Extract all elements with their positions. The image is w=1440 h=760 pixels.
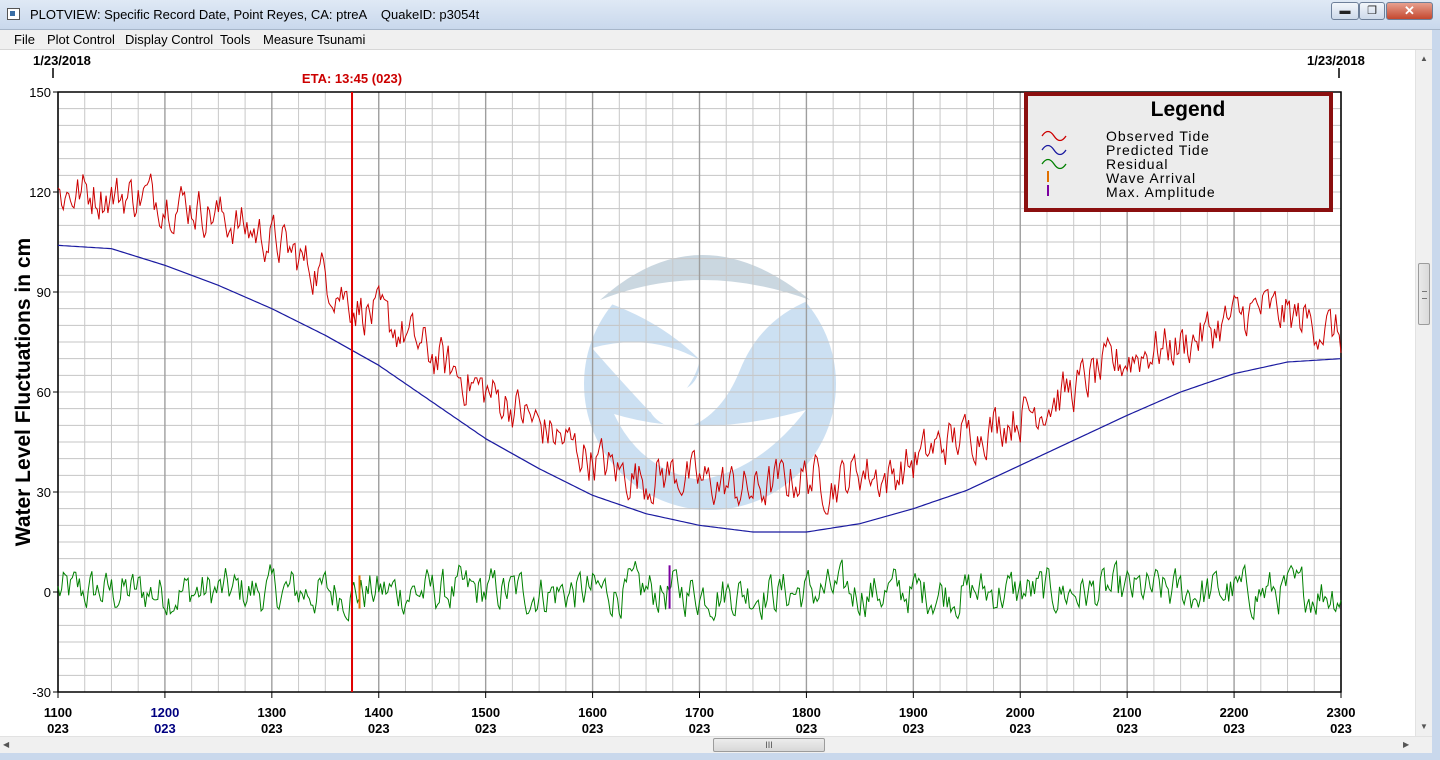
x-tick-time-label: 1800 [792, 705, 821, 720]
y-tick-label: 60 [37, 385, 51, 400]
date-markers: 1/23/2018 1/23/2018 [33, 53, 1365, 78]
eta-label: ETA: 13:45 (023) [302, 71, 402, 86]
horizontal-scrollbar[interactable]: ◀ III ▶ [0, 736, 1432, 754]
end-date-label: 1/23/2018 [1307, 53, 1365, 68]
menu-file[interactable]: File [14, 32, 35, 47]
minimize-button[interactable]: ▬ [1331, 2, 1359, 20]
scroll-right-arrow-icon[interactable]: ▶ [1403, 740, 1409, 749]
scroll-left-arrow-icon[interactable]: ◀ [3, 740, 9, 749]
vertical-scroll-thumb[interactable] [1418, 263, 1430, 325]
x-tick-day-label: 023 [1330, 721, 1352, 736]
legend-box[interactable]: Legend Observed TidePredicted TideResidu… [1024, 92, 1333, 212]
y-tick-label: 0 [44, 585, 51, 600]
menu-display-control[interactable]: Display Control [125, 32, 213, 47]
x-tick-day-label: 023 [475, 721, 497, 736]
scroll-down-arrow-icon[interactable]: ▼ [1420, 722, 1428, 731]
x-tick-day-label: 023 [1116, 721, 1138, 736]
x-tick-day-label: 023 [154, 721, 176, 736]
y-tick-label: 120 [29, 185, 51, 200]
y-tick-label: 30 [37, 485, 51, 500]
legend-item-label: Max. Amplitude [1106, 184, 1216, 200]
window-title: PLOTVIEW: Specific Record Date, Point Re… [30, 7, 480, 22]
tide-plot: -300306090120150 11000231200023130002314… [12, 53, 1365, 736]
y-tick-label: 90 [37, 285, 51, 300]
menu-bar: File Plot Control Display Control Tools … [0, 30, 1440, 50]
x-tick-day-label: 023 [796, 721, 818, 736]
x-tick-day-label: 023 [47, 721, 69, 736]
x-tick-time-label: 2300 [1327, 705, 1356, 720]
x-tick-time-label: 1300 [257, 705, 286, 720]
x-tick-time-label: 2100 [1113, 705, 1142, 720]
horizontal-scroll-thumb[interactable]: III [713, 738, 825, 752]
x-tick-time-label: 1500 [471, 705, 500, 720]
x-tick-day-label: 023 [368, 721, 390, 736]
menu-plot-control[interactable]: Plot Control [47, 32, 115, 47]
x-tick-time-label: 1200 [150, 705, 179, 720]
start-date-label: 1/23/2018 [33, 53, 91, 68]
x-tick-day-label: 023 [902, 721, 924, 736]
x-tick-time-label: 1900 [899, 705, 928, 720]
close-button[interactable]: ✕ [1386, 2, 1433, 20]
y-axis-label: Water Level Fluctuations in cm [12, 238, 35, 546]
vertical-scrollbar[interactable]: ▲ ▼ [1415, 50, 1433, 740]
x-tick-day-label: 023 [689, 721, 711, 736]
title-bar: PLOTVIEW: Specific Record Date, Point Re… [0, 0, 1440, 30]
x-tick-time-label: 1600 [578, 705, 607, 720]
x-tick-time-label: 1100 [44, 705, 72, 720]
legend-title: Legend [1151, 98, 1226, 121]
x-axis: 1100023120002313000231400023150002316000… [44, 692, 1356, 736]
menu-tools[interactable]: Tools [220, 32, 250, 47]
x-tick-day-label: 023 [1223, 721, 1245, 736]
x-tick-time-label: 2000 [1006, 705, 1035, 720]
noaa-watermark-logo [584, 250, 836, 510]
y-tick-label: -30 [32, 685, 51, 700]
x-tick-time-label: 1400 [364, 705, 393, 720]
x-tick-day-label: 023 [1009, 721, 1031, 736]
x-tick-time-label: 1700 [685, 705, 714, 720]
window-frame-bottom [0, 753, 1440, 760]
scroll-up-arrow-icon[interactable]: ▲ [1420, 54, 1428, 63]
app-icon[interactable] [7, 8, 20, 20]
maximize-button[interactable]: ❐ [1359, 2, 1385, 20]
x-tick-day-label: 023 [582, 721, 604, 736]
window-frame-right [1432, 30, 1440, 760]
x-tick-time-label: 2200 [1220, 705, 1249, 720]
menu-measure-tsunami[interactable]: Measure Tsunami [263, 32, 365, 47]
y-tick-label: 150 [29, 85, 51, 100]
x-tick-day-label: 023 [261, 721, 283, 736]
